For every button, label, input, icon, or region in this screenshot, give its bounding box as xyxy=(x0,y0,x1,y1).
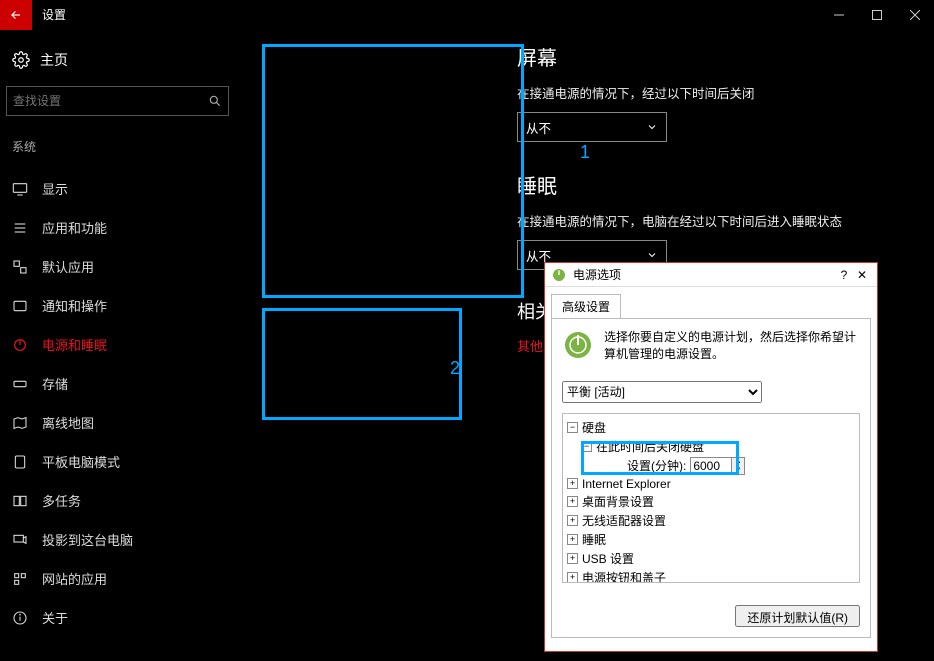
sidebar-item-display[interactable]: 显示 xyxy=(0,169,235,208)
sidebar-item-label: 平板电脑模式 xyxy=(42,452,120,471)
tree-expand-icon[interactable]: + xyxy=(567,496,578,507)
dialog-desc: 选择你要自定义的电源计划，然后选择你希望计算机管理的电源设置。 xyxy=(604,329,860,363)
power-plan-select-wrap: 平衡 [活动] xyxy=(562,381,860,403)
chevron-down-icon xyxy=(646,249,658,261)
close-icon xyxy=(910,10,920,20)
tree-item[interactable]: +无线适配器设置 xyxy=(567,511,855,530)
info-icon xyxy=(12,610,28,626)
tree-item[interactable]: +Internet Explorer xyxy=(567,476,855,492)
search-input[interactable] xyxy=(13,94,208,108)
power-options-icon xyxy=(551,267,567,283)
sidebar-item-apps[interactable]: 应用和功能 xyxy=(0,208,235,247)
sidebar-home[interactable]: 主页 xyxy=(0,50,235,86)
hdd-timeout-input[interactable] xyxy=(691,458,731,474)
sidebar-item-offline-maps[interactable]: 离线地图 xyxy=(0,403,235,442)
maximize-icon xyxy=(872,10,882,20)
sidebar-item-label: 多任务 xyxy=(42,491,81,510)
sidebar-item-storage[interactable]: 存储 xyxy=(0,364,235,403)
sidebar-item-label: 通知和操作 xyxy=(42,296,107,315)
close-button[interactable] xyxy=(896,0,934,30)
screen-section-sub: 在接通电源的情况下，经过以下时间后关闭 xyxy=(517,83,842,102)
spinner-up-button[interactable]: ▲ xyxy=(732,458,744,466)
spinner-down-button[interactable]: ▼ xyxy=(732,466,744,474)
sidebar-item-label: 存储 xyxy=(42,374,68,393)
sidebar-item-label: 投影到这台电脑 xyxy=(42,530,133,549)
dialog-tab-advanced[interactable]: 高级设置 xyxy=(551,294,621,319)
multitask-icon xyxy=(12,493,28,509)
home-label: 主页 xyxy=(40,50,68,70)
chevron-down-icon xyxy=(646,121,658,133)
arrow-left-icon xyxy=(9,8,23,22)
tree-item-hdd[interactable]: − 硬盘 xyxy=(567,418,855,437)
dialog-title: 电源选项 xyxy=(573,266,835,283)
back-button[interactable] xyxy=(0,0,32,30)
map-icon xyxy=(12,415,28,431)
sidebar-item-project[interactable]: 投影到这台电脑 xyxy=(0,520,235,559)
restore-defaults-button[interactable]: 还原计划默认值(R) xyxy=(735,605,860,627)
sidebar-item-label: 网站的应用 xyxy=(42,569,107,588)
notification-icon xyxy=(12,298,28,314)
gear-icon xyxy=(12,51,30,69)
tree-item[interactable]: +桌面背景设置 xyxy=(567,492,855,511)
tree-item[interactable]: +USB 设置 xyxy=(567,549,855,568)
sidebar-item-tablet-mode[interactable]: 平板电脑模式 xyxy=(0,442,235,481)
power-settings-tree[interactable]: − 硬盘 − 在此时间后关闭硬盘 设置(分钟): ▲ ▼ +Internet E… xyxy=(562,413,860,583)
window-title: 设置 xyxy=(42,6,66,23)
tree-collapse-icon[interactable]: − xyxy=(567,422,578,433)
annotation-number-1: 1 xyxy=(580,142,590,163)
list-icon xyxy=(12,220,28,236)
power-icon xyxy=(12,337,28,353)
sidebar-item-about[interactable]: 关于 xyxy=(0,598,235,637)
tree-item[interactable]: +电源按钮和盖子 xyxy=(567,568,855,583)
sidebar-item-notifications[interactable]: 通知和操作 xyxy=(0,286,235,325)
power-plan-select[interactable]: 平衡 [活动] xyxy=(562,381,762,403)
screen-timeout-dropdown[interactable]: 从不 xyxy=(517,112,667,142)
tree-expand-icon[interactable]: + xyxy=(567,515,578,526)
monitor-icon xyxy=(12,181,28,197)
tree-expand-icon[interactable]: + xyxy=(567,553,578,564)
site-apps-icon xyxy=(12,571,28,587)
dialog-help-button[interactable]: ? xyxy=(835,268,853,282)
dialog-close-button[interactable]: ✕ xyxy=(853,268,871,282)
maximize-button[interactable] xyxy=(858,0,896,30)
power-options-dialog: 电源选项 ? ✕ 高级设置 选择你要自定义的电源计划，然后选择你希望计算机管理的… xyxy=(544,262,878,652)
sidebar: 主页 系统 显示 应用和功能 默认应用 通知和操作 电源和睡眠 存 xyxy=(0,30,235,661)
dialog-titlebar: 电源选项 ? ✕ xyxy=(545,263,877,287)
minimize-icon xyxy=(834,10,844,20)
setting-label: 设置(分钟): xyxy=(627,457,686,474)
tree-item[interactable]: +睡眠 xyxy=(567,530,855,549)
annotation-number-2: 2 xyxy=(450,358,460,379)
sidebar-item-label: 电源和睡眠 xyxy=(42,335,107,354)
sidebar-item-site-apps[interactable]: 网站的应用 xyxy=(0,559,235,598)
sleep-section-title: 睡眠 xyxy=(517,170,842,199)
storage-icon xyxy=(12,376,28,392)
category-label: 系统 xyxy=(0,130,235,169)
search-icon xyxy=(208,94,222,108)
search-input-wrap[interactable] xyxy=(6,86,229,116)
tree-expand-icon[interactable]: + xyxy=(567,478,578,489)
sidebar-item-label: 默认应用 xyxy=(42,257,94,276)
default-apps-icon xyxy=(12,259,28,275)
sidebar-item-multitask[interactable]: 多任务 xyxy=(0,481,235,520)
tree-item-hdd-off[interactable]: − 在此时间后关闭硬盘 xyxy=(567,437,855,456)
tree-setting-row: 设置(分钟): ▲ ▼ xyxy=(567,456,855,476)
sidebar-item-label: 应用和功能 xyxy=(42,218,107,237)
tree-expand-icon[interactable]: + xyxy=(567,534,578,545)
sidebar-item-default-apps[interactable]: 默认应用 xyxy=(0,247,235,286)
dropdown-value: 从不 xyxy=(526,118,551,137)
minimize-button[interactable] xyxy=(820,0,858,30)
tree-collapse-icon[interactable]: − xyxy=(581,441,592,452)
tablet-icon xyxy=(12,454,28,470)
project-icon xyxy=(12,532,28,548)
sidebar-item-label: 关于 xyxy=(42,608,68,627)
power-plan-icon xyxy=(562,329,594,361)
titlebar: 设置 xyxy=(0,0,934,30)
hdd-timeout-spinner[interactable]: ▲ ▼ xyxy=(690,457,745,475)
screen-section-title: 屏幕 xyxy=(517,42,842,71)
tree-expand-icon[interactable]: + xyxy=(567,572,578,583)
sleep-section-sub: 在接通电源的情况下，电脑在经过以下时间后进入睡眠状态 xyxy=(517,211,842,230)
sidebar-item-label: 显示 xyxy=(42,179,68,198)
sidebar-item-label: 离线地图 xyxy=(42,413,94,432)
sidebar-item-power-sleep[interactable]: 电源和睡眠 xyxy=(0,325,235,364)
